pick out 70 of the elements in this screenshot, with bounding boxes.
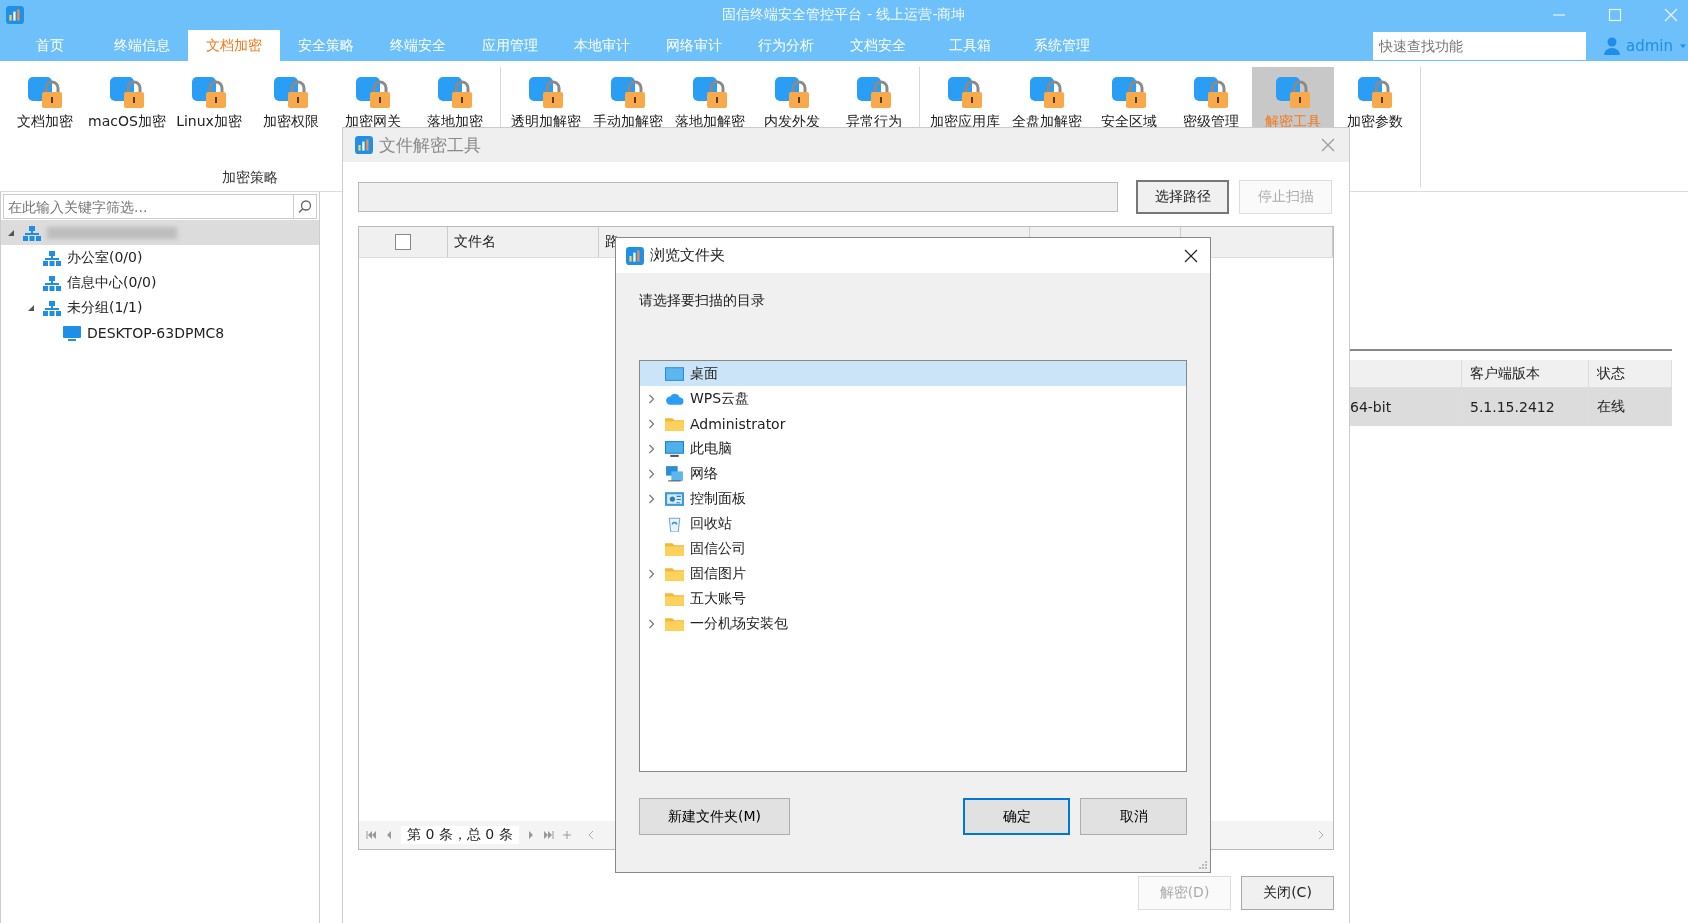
tree-item[interactable]: 控制面板 [640, 486, 1186, 511]
app-logo-icon [355, 136, 373, 154]
dialog-title: 浏览文件夹 [650, 246, 725, 265]
column-header[interactable]: 客户端版本 [1462, 360, 1589, 387]
ribbon-button[interactable]: 内发外发 [751, 67, 833, 139]
ribbon-button[interactable]: 全盘加解密 [1006, 67, 1088, 139]
ribbon-button[interactable]: 加密参数 [1334, 67, 1416, 139]
button[interactable]: 取消 [1080, 798, 1187, 835]
monitor-icon [63, 324, 81, 341]
app-logo-icon [626, 246, 644, 265]
add-icon[interactable] [560, 830, 573, 840]
last-page-icon[interactable] [542, 830, 555, 840]
folder-icon [665, 540, 684, 557]
tree-item[interactable]: 回收站 [640, 511, 1186, 536]
folder-icon [665, 565, 684, 582]
maximize-icon[interactable] [1608, 8, 1622, 22]
ribbon-button[interactable]: 加密应用库 [924, 67, 1006, 139]
tree-item[interactable]: 桌面 [640, 361, 1186, 386]
user-icon [1604, 36, 1620, 55]
group-label: 加密策略 [221, 169, 279, 187]
button[interactable]: 新建文件夹(M) [639, 798, 790, 835]
app-logo-icon [6, 6, 24, 24]
folder-icon [665, 415, 684, 432]
button[interactable]: 选择路径 [1136, 180, 1229, 214]
org-chart-icon [23, 224, 41, 241]
org-chart-icon [43, 274, 61, 291]
org-chart-icon [43, 249, 61, 266]
tree-item[interactable]: WPS云盘 [640, 386, 1186, 411]
pager-status: 第 0 条，总 0 条 [401, 826, 519, 844]
resize-grip-icon [1198, 860, 1208, 870]
tree-item[interactable]: 此电脑 [640, 436, 1186, 461]
dialog-title: 文件解密工具 [379, 133, 481, 157]
tree-item[interactable]: 固信图片 [640, 561, 1186, 586]
tree-item[interactable]: 信息中心(0/0) [1, 270, 319, 295]
network-icon [665, 465, 684, 482]
tree-item[interactable]: 一分机场安装包 [640, 611, 1186, 636]
tree-item[interactable]: 未分组(1/1) [1, 295, 319, 320]
monitor-icon [665, 440, 684, 457]
close-icon[interactable] [1184, 248, 1198, 263]
org-chart-icon [43, 299, 61, 316]
tree-item[interactable]: Administrator [640, 411, 1186, 436]
ribbon-button[interactable]: 文档加密 [4, 67, 86, 139]
tree-item[interactable] [1, 220, 319, 245]
button[interactable]: 关闭(C) [1241, 876, 1334, 910]
column-header[interactable]: 文件名 [448, 227, 599, 257]
path-field[interactable] [358, 182, 1118, 212]
caret-icon [1679, 42, 1687, 49]
checkbox[interactable] [395, 234, 411, 250]
quick-search-field[interactable]: 快速查找功能 [1373, 31, 1586, 60]
button[interactable]: 确定 [963, 798, 1070, 835]
ribbon-button[interactable]: macOS加密 [86, 67, 168, 139]
ribbon-button[interactable]: 落地加解密 [669, 67, 751, 139]
folder-icon [665, 590, 684, 607]
tree-item[interactable]: 固信公司 [640, 536, 1186, 561]
desktop-icon [665, 365, 684, 382]
tree-item[interactable]: 办公室(0/0) [1, 245, 319, 270]
filter-field[interactable]: 在此输入关键字筛选... [3, 194, 294, 219]
prompt-text: 请选择要扫描的目录 [639, 292, 766, 310]
column-header[interactable]: 状态 [1589, 360, 1672, 387]
ribbon-button[interactable]: 加密权限 [250, 67, 332, 139]
tree-item[interactable]: DESKTOP-63DPMC8 [1, 320, 319, 345]
folder-icon [665, 615, 684, 632]
tree-item[interactable]: 五大账号 [640, 586, 1186, 611]
ribbon-button[interactable]: Linux加密 [168, 67, 250, 139]
ribbon-button[interactable]: 密级管理 [1170, 67, 1252, 139]
tree-item[interactable]: 网络 [640, 461, 1186, 486]
search-icon [294, 194, 317, 219]
window-title: 固信终端安全管控平台 - 线上运营-商坤 [721, 6, 967, 24]
control-panel-icon [665, 490, 684, 507]
first-page-icon[interactable] [365, 830, 377, 840]
